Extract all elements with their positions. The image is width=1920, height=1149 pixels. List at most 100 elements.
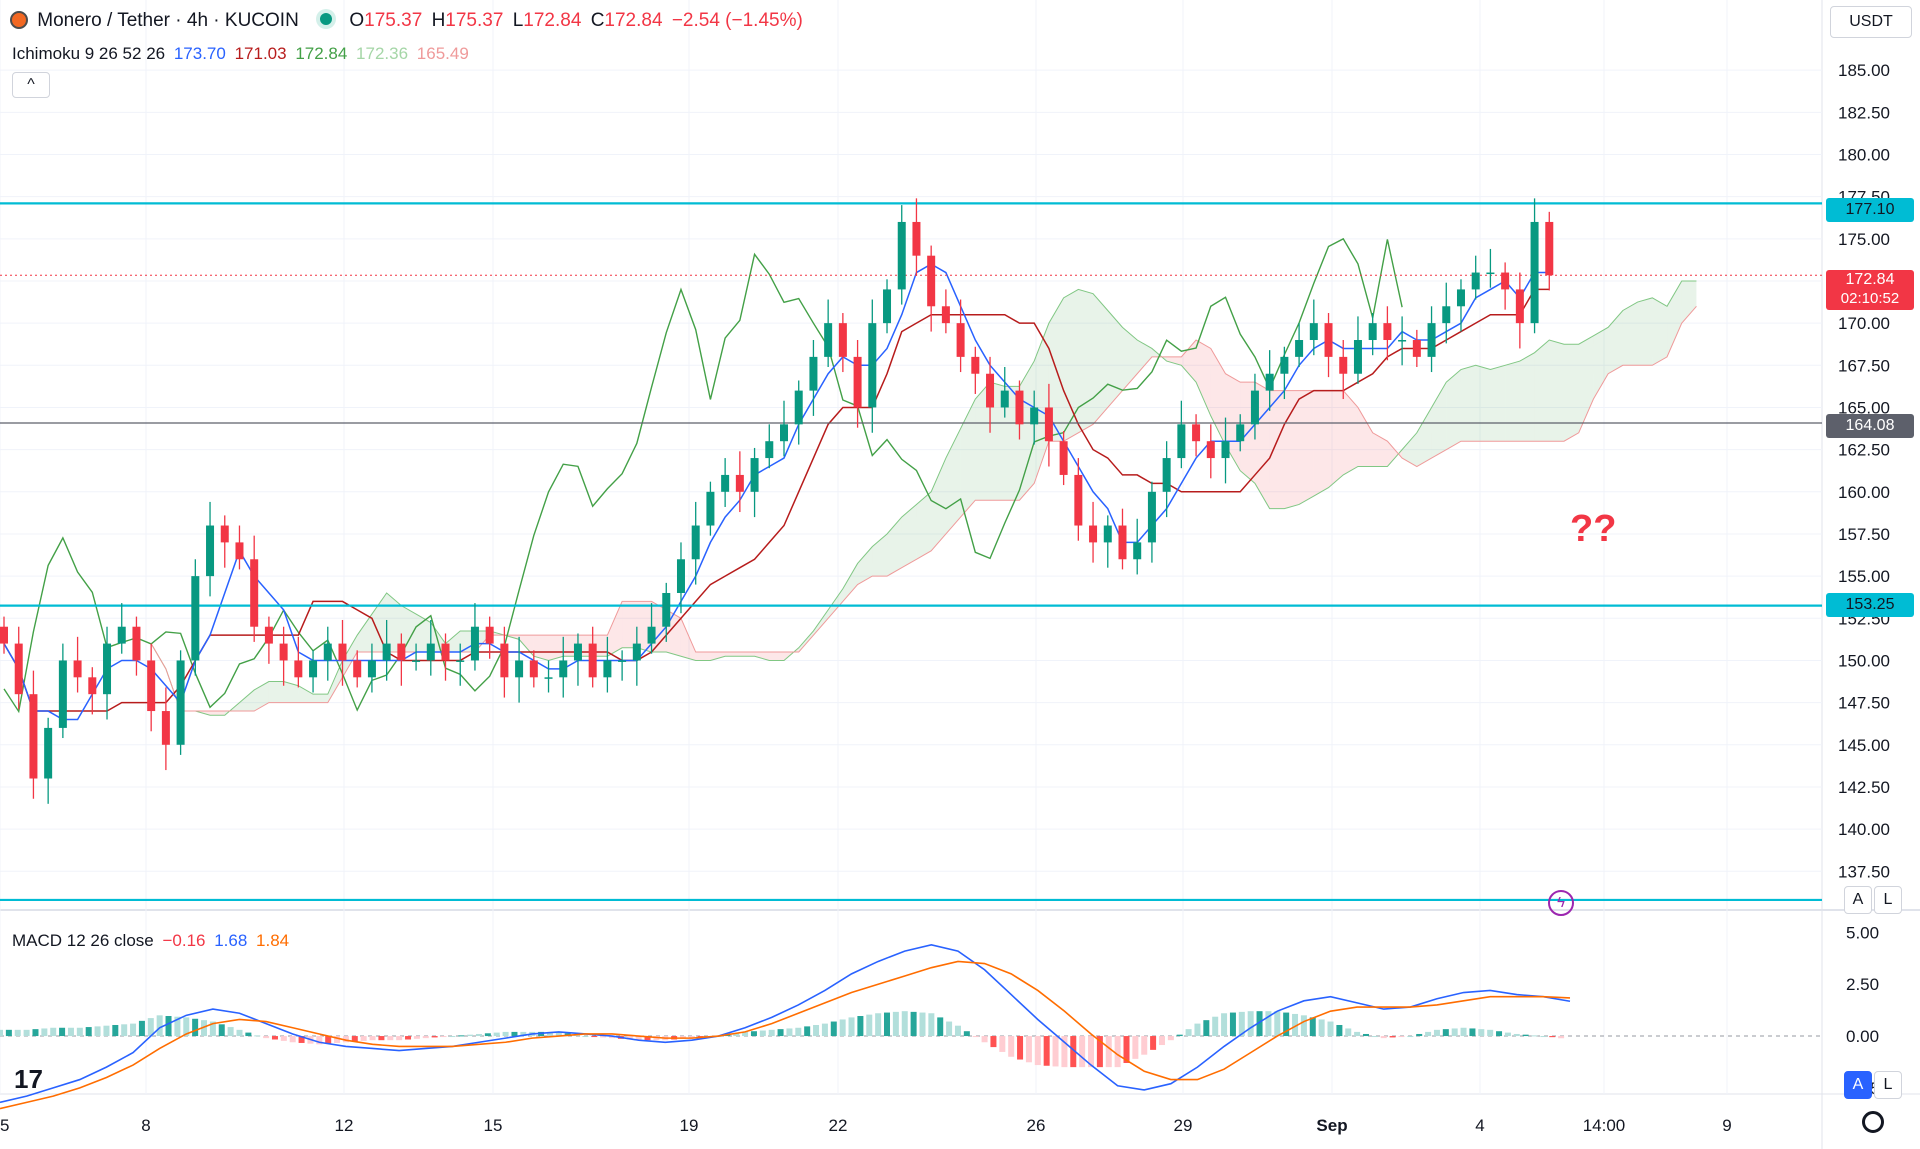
macd-histogram-bar — [1433, 1029, 1440, 1037]
macd-histogram-bar — [130, 1023, 137, 1037]
ichimoku-value-tenkan: 173.70 — [173, 44, 226, 63]
ichimoku-label: Ichimoku 9 26 52 26 — [12, 44, 166, 63]
macd-auto-scale-button[interactable]: A — [1844, 1071, 1872, 1099]
candle-body — [1412, 340, 1421, 357]
macd-histogram-bar — [990, 1036, 997, 1048]
macd-histogram-bar — [937, 1017, 944, 1037]
ichimoku-cloud-segment — [1093, 293, 1108, 425]
replay-icon[interactable]: ϟ — [1548, 890, 1574, 916]
monero-logo-icon — [10, 11, 28, 29]
candle-body — [161, 711, 170, 745]
macd-histogram-bar — [440, 1036, 447, 1038]
candle-body — [441, 643, 450, 661]
candle-body — [1000, 390, 1009, 408]
macd-histogram-bar — [484, 1033, 491, 1037]
x-tick-label: 9 — [1722, 1116, 1731, 1135]
auto-scale-button[interactable]: A — [1844, 886, 1872, 914]
y-tick-label: 150.00 — [1838, 651, 1890, 670]
x-tick-label: Sep — [1316, 1116, 1347, 1135]
candle-body — [309, 660, 318, 678]
ichimoku-cloud-segment — [1299, 390, 1314, 505]
ichimoku-legend[interactable]: Ichimoku 9 26 52 26 173.70 171.03 172.84… — [12, 44, 473, 64]
collapse-legend-button[interactable]: ^ — [12, 72, 50, 98]
macd-histogram-bar — [1318, 1019, 1325, 1037]
macd-histogram-bar — [1105, 1036, 1112, 1068]
candle-body — [515, 660, 524, 678]
macd-histogram-bar — [5, 1029, 12, 1037]
candle-body — [147, 660, 156, 712]
macd-histogram-bar — [0, 1029, 3, 1037]
macd-histogram-bar — [1398, 1036, 1405, 1038]
macd-histogram-bar — [254, 1035, 261, 1037]
candle-body — [1398, 340, 1407, 342]
macd-histogram-bar — [1416, 1033, 1423, 1037]
ichimoku-cloud-segment — [298, 685, 314, 703]
ichimoku-cloud-segment — [1608, 310, 1623, 374]
candle-body — [1515, 289, 1524, 324]
macd-histogram-bar — [50, 1027, 57, 1037]
settings-gear-icon[interactable] — [1862, 1111, 1884, 1133]
ichimoku-cloud-segment — [1681, 280, 1697, 324]
ichimoku-cloud-segment — [1505, 361, 1520, 442]
macd-legend[interactable]: MACD 12 26 close −0.16 1.68 1.84 — [12, 931, 293, 951]
candle-body — [956, 323, 965, 357]
macd-log-scale-button[interactable]: L — [1874, 1071, 1902, 1099]
candle-body — [1383, 323, 1392, 341]
y-tick-label: 155.00 — [1838, 567, 1890, 586]
macd-histogram-bar — [591, 1036, 598, 1038]
candle-body — [838, 323, 847, 357]
low-value: 172.84 — [523, 10, 582, 31]
currency-button[interactable]: USDT — [1830, 6, 1912, 38]
macd-histogram-bar — [750, 1031, 757, 1037]
candle-body — [765, 441, 774, 459]
macd-signal-line — [0, 960, 1571, 1110]
macd-histogram-bar — [369, 1036, 376, 1041]
macd-histogram-bar — [1522, 1034, 1529, 1037]
candle-body — [676, 559, 685, 593]
candle-body — [1265, 373, 1274, 391]
candle-body — [632, 643, 641, 661]
macd-histogram-bar — [475, 1033, 482, 1037]
candle-body — [397, 643, 406, 661]
chart-canvas[interactable]: 185.00182.50180.00177.50175.00172.50170.… — [0, 0, 1920, 1149]
macd-histogram-bar — [1460, 1027, 1467, 1037]
candle-body — [706, 491, 715, 526]
candle-body — [29, 694, 38, 779]
macd-histogram-bar — [218, 1024, 225, 1037]
candle-body — [927, 255, 936, 307]
ichimoku-value-span-b: 165.49 — [416, 44, 469, 63]
macd-histogram-bar — [795, 1027, 802, 1037]
candle-body — [412, 660, 421, 662]
macd-histogram-bar — [875, 1013, 882, 1037]
log-scale-button[interactable]: L — [1874, 886, 1902, 914]
ichimoku-cloud-segment — [1637, 297, 1653, 366]
symbol-title[interactable]: Monero / Tether · 4h · KUCOIN — [37, 10, 299, 31]
candle-body — [941, 306, 950, 324]
macd-histogram-bar — [1336, 1024, 1343, 1037]
ichimoku-cloud-segment — [1328, 390, 1344, 488]
macd-histogram-bar — [804, 1026, 811, 1037]
macd-histogram-bar — [511, 1031, 518, 1037]
macd-histogram-bar — [138, 1020, 145, 1037]
macd-histogram-bar — [1176, 1034, 1183, 1037]
macd-histogram-bar — [1496, 1031, 1503, 1037]
countdown-value: 02:10:52 — [1840, 290, 1900, 307]
macd-histogram-bar — [1034, 1036, 1041, 1066]
candle-body — [1324, 323, 1333, 357]
candle-body — [191, 576, 200, 661]
macd-histogram-bar — [866, 1014, 873, 1037]
ichimoku-cloud-segment — [313, 694, 328, 703]
candle-body — [1427, 323, 1436, 357]
ichimoku-cloud-segment — [1519, 352, 1535, 442]
candle-body — [750, 458, 759, 492]
macd-histogram-bar — [1185, 1029, 1192, 1037]
candle-body — [735, 474, 744, 492]
macd-histogram-bar — [431, 1036, 438, 1038]
candle-body — [1162, 458, 1171, 492]
ichimoku-cloud-segment — [1402, 432, 1417, 467]
macd-histogram-bar — [85, 1027, 92, 1037]
macd-histogram-bar — [378, 1036, 385, 1041]
ichimoku-cloud-segment — [1387, 441, 1403, 467]
ichimoku-cloud-segment — [210, 711, 225, 716]
change-value: −2.54 (−1.45%) — [671, 10, 803, 31]
